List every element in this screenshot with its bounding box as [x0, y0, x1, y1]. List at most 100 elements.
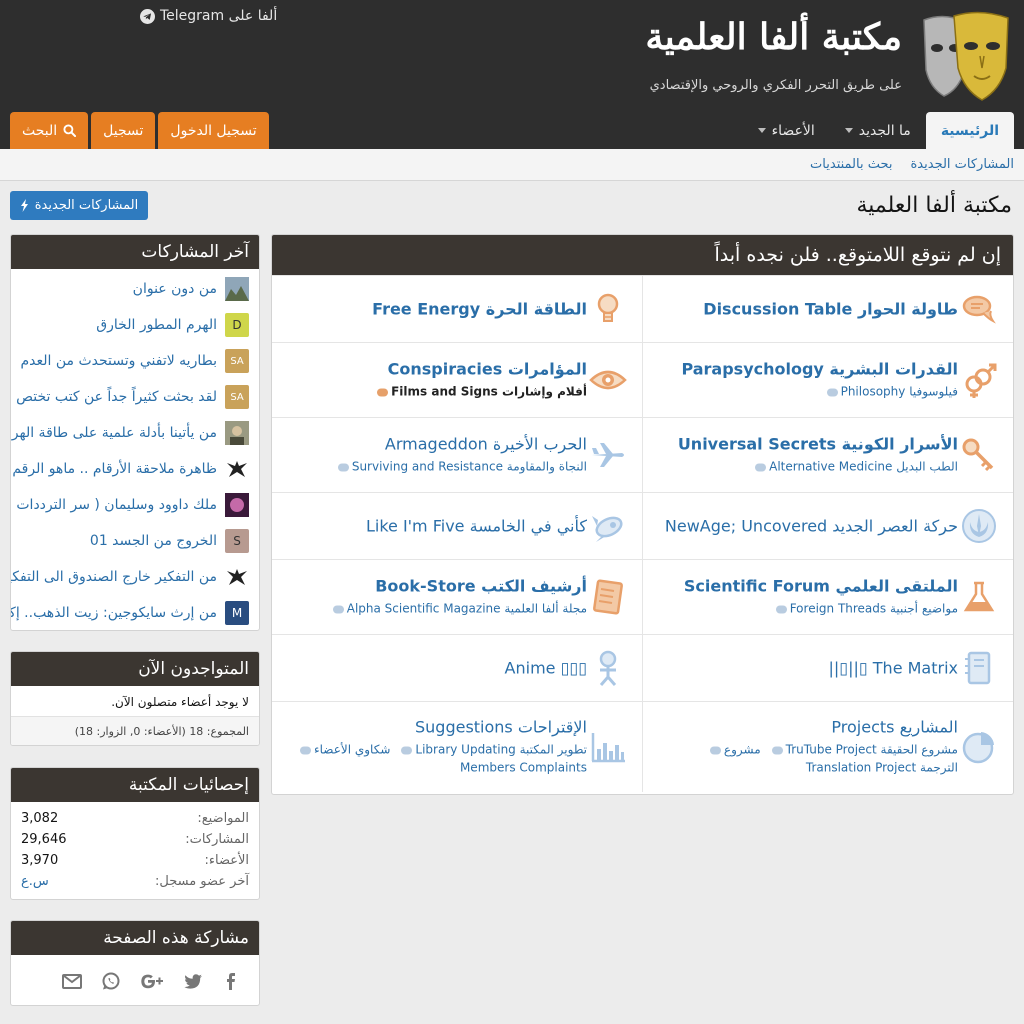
site-title: مكتبة ألفا العلمية [645, 16, 902, 58]
list-item[interactable]: من يأتينا بأدلة علمية على طاقة الهرم [11, 415, 259, 451]
chevron-down-icon[interactable] [757, 128, 766, 133]
login-button[interactable]: تسجيل الدخول [158, 112, 269, 149]
tab-whats-new-label: ما الجديد [858, 122, 911, 139]
site-tagline: على طريق التحرر الفكري والروحي والإقتصاد… [649, 78, 902, 93]
new-posts-button[interactable]: المشاركات الجديدة [10, 191, 148, 220]
post-title[interactable]: من دون عنوان [133, 281, 217, 297]
subforum-link[interactable]: الترجمة Translation Project [806, 761, 958, 775]
list-item[interactable]: S الخروج من الجسد 01 [11, 523, 259, 559]
search-button[interactable]: البحث [10, 112, 89, 149]
subforum-link[interactable]: فيلوسوفيا Philosophy [841, 385, 958, 399]
auth-buttons: البحث تسجيل تسجيل الدخول [10, 112, 269, 149]
avatar[interactable] [225, 421, 249, 445]
forum-node: أرشيف الكتب Book-Store مجلة ألفا العلمية… [272, 559, 642, 634]
page-title: مكتبة ألفا العلمية [856, 193, 1012, 218]
post-title[interactable]: ظاهرة ملاحقة الأرقام .. ماهو الرقم [12, 461, 217, 477]
subforum-link[interactable]: النجاة والمقاومة Surviving and Resistanc… [352, 460, 587, 474]
tab-home[interactable]: الرئيسية [925, 112, 1014, 149]
forum-title-projects[interactable]: المشاريع Projects [831, 718, 958, 737]
post-title[interactable]: من التفكير خارج الصندوق الى التفكير [11, 569, 217, 585]
post-title[interactable]: من إرث سايكوجين: زيت الذهب.. إكسير [11, 605, 217, 621]
forum-title-armageddon[interactable]: الحرب الأخيرة Armageddon [385, 435, 587, 454]
jet-plane-icon [588, 435, 628, 475]
latest-posts-widget: آخر المشاركات من دون عنوان D الهرم المطو… [10, 234, 260, 631]
latest-posts-list: من دون عنوان D الهرم المطور الخارق SA بط… [11, 269, 259, 630]
forum-title-scientific-forum[interactable]: الملتقى العلمي Scientific Forum [684, 577, 958, 596]
post-title[interactable]: الخروج من الجسد 01 [90, 533, 217, 549]
avatar[interactable] [225, 457, 249, 481]
stats-label: آخر عضو مسجل: [154, 874, 249, 889]
subnav-new-posts[interactable]: المشاركات الجديدة [911, 157, 1015, 172]
forum-title-the-matrix[interactable]: The Matrix ▯||▯|| [829, 659, 958, 678]
subforum-icon [771, 746, 783, 754]
subforum-link[interactable]: مواضيع أجنبية Foreign Threads [790, 602, 958, 616]
subforum-link[interactable]: Members Complaints [460, 761, 587, 775]
stats-value: 29,646 [21, 832, 67, 847]
register-button[interactable]: تسجيل [91, 112, 156, 149]
forum-title-book-store[interactable]: أرشيف الكتب Book-Store [375, 577, 587, 596]
post-title[interactable]: من يأتينا بأدلة علمية على طاقة الهرم [11, 425, 217, 441]
telegram-link[interactable]: ألفا على Telegram [140, 8, 277, 24]
avatar[interactable]: S [225, 529, 249, 553]
email-icon[interactable] [61, 970, 83, 992]
google-plus-icon[interactable] [139, 970, 165, 992]
avatar[interactable]: SA [225, 385, 249, 409]
subforum-link[interactable]: الطب البديل Alternative Medicine [769, 460, 958, 474]
twitter-icon[interactable] [182, 970, 204, 992]
list-item[interactable]: من التفكير خارج الصندوق الى التفكير [11, 559, 259, 595]
forum-title-discussion-table[interactable]: طاولة الحوار Discussion Table [703, 300, 958, 319]
subforum-link[interactable]: مجلة ألفا العلمية Alpha Scientific Magaz… [347, 602, 587, 616]
list-item[interactable]: M من إرث سايكوجين: زيت الذهب.. إكسير [11, 595, 259, 630]
subforum-icon [775, 605, 787, 613]
forum-title-newage[interactable]: حركة العصر الجديد NewAge; Uncovered [665, 517, 958, 536]
list-item[interactable]: من دون عنوان [11, 271, 259, 307]
avatar[interactable]: M [225, 601, 249, 625]
facebook-icon[interactable] [221, 970, 243, 992]
stats-value: 3,970 [21, 853, 59, 868]
book-icon [588, 577, 628, 617]
tab-whats-new[interactable]: ما الجديد [830, 112, 926, 149]
post-title[interactable]: لقد بحثت كثيراً جداً عن كتب تختص [16, 389, 217, 405]
forum-node: الأسرار الكونية Universal Secrets الطب ا… [642, 417, 1013, 492]
subforum-link[interactable]: مشروع [724, 743, 761, 757]
subforum-link[interactable]: أفلام وإشارات Films and Signs [391, 385, 587, 399]
avatar[interactable] [225, 493, 249, 517]
forum-title-suggestions[interactable]: الإقتراحات Suggestions [415, 718, 587, 737]
forum-node: The Matrix ▯||▯|| [642, 634, 1013, 701]
avatar[interactable] [225, 277, 249, 301]
avatar[interactable] [225, 565, 249, 589]
list-item[interactable]: D الهرم المطور الخارق [11, 307, 259, 343]
forum-node: الإقتراحات Suggestions تطوير المكتبة Lib… [272, 701, 642, 792]
online-members-text: لا يوجد أعضاء متصلون الآن. [11, 686, 259, 717]
latest-member-link[interactable]: س.ع [21, 874, 49, 889]
stick-figure-icon [588, 648, 628, 688]
tab-members[interactable]: الأعضاء [743, 112, 830, 149]
avatar[interactable]: D [225, 313, 249, 337]
forum-title-anime[interactable]: ▯▯▯ Anime [505, 659, 587, 678]
forum-title-conspiracies[interactable]: المؤامرات Conspiracies [388, 360, 587, 379]
site-logo[interactable]: مكتبة ألفا العلمية على طريق التحرر الفكر… [645, 10, 1012, 102]
forum-node: الحرب الأخيرة Armageddon النجاة والمقاوم… [272, 417, 642, 492]
subforum-link[interactable]: مشروع الحقيقة TruTube Project [786, 743, 958, 757]
whatsapp-icon[interactable] [100, 970, 122, 992]
list-item[interactable]: ظاهرة ملاحقة الأرقام .. ماهو الرقم [11, 451, 259, 487]
subforum-link[interactable]: تطوير المكتبة Library Updating [415, 743, 587, 757]
subforum-link[interactable]: شكاوي الأعضاء [314, 743, 390, 757]
list-item[interactable]: SA بطاريه لاتفني وتستحدث من العدم [11, 343, 259, 379]
avatar[interactable]: SA [225, 349, 249, 373]
list-item[interactable]: SA لقد بحثت كثيراً جداً عن كتب تختص [11, 379, 259, 415]
sub-nav: المشاركات الجديدة بحث بالمنتديات [0, 149, 1024, 181]
list-item[interactable]: ملك داوود وسليمان ( سر الترددات [11, 487, 259, 523]
notebook-icon [959, 648, 999, 688]
subnav-search-forums[interactable]: بحث بالمنتديات [810, 157, 892, 172]
post-title[interactable]: ملك داوود وسليمان ( سر الترددات [16, 497, 217, 513]
register-button-label: تسجيل [103, 122, 144, 139]
post-title[interactable]: بطاريه لاتفني وتستحدث من العدم [21, 353, 218, 369]
forum-title-free-energy[interactable]: الطاقة الحرة Free Energy [372, 300, 587, 319]
forum-title-like-im-five[interactable]: كأني في الخامسة Like I'm Five [366, 517, 587, 536]
online-total: المجموع: 18 (الأعضاء: 0, الزوار: 18) [11, 717, 259, 745]
forum-title-parapsychology[interactable]: القدرات البشرية Parapsychology [681, 360, 958, 379]
chevron-down-icon[interactable] [844, 128, 853, 133]
forum-title-universal-secrets[interactable]: الأسرار الكونية Universal Secrets [678, 435, 958, 454]
post-title[interactable]: الهرم المطور الخارق [96, 317, 217, 333]
